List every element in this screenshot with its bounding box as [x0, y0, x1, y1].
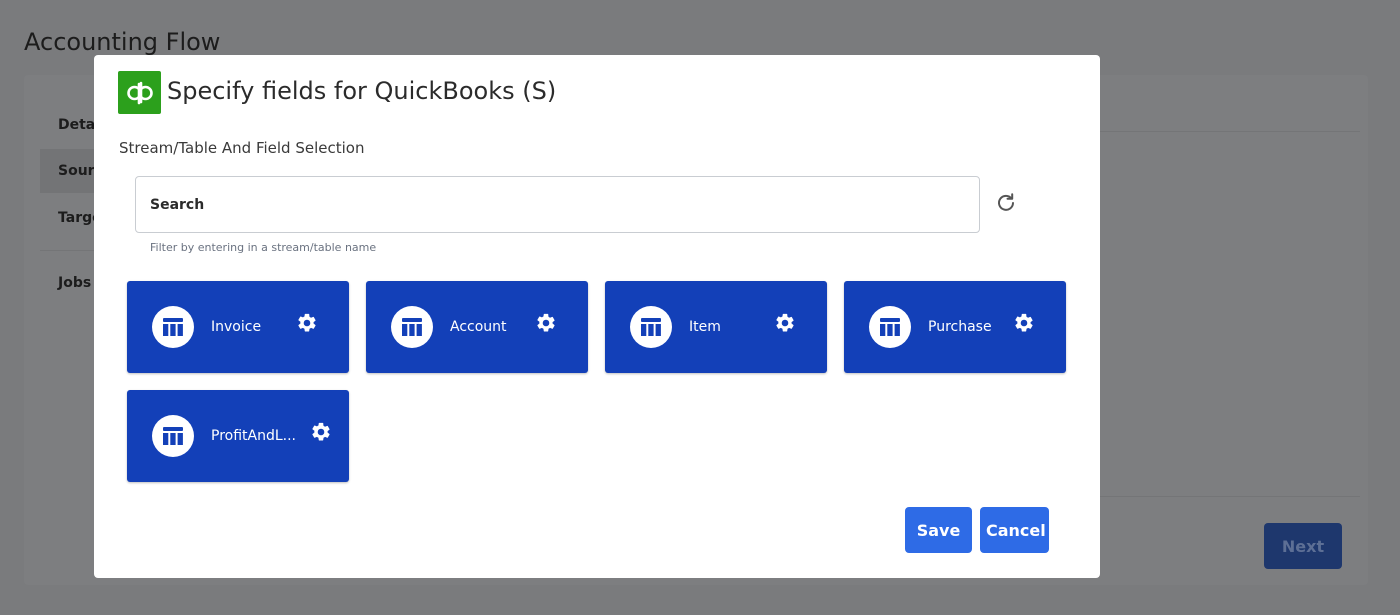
sidebar-divider: [40, 250, 100, 251]
gear-icon[interactable]: [296, 312, 318, 334]
stream-card-profitandloss[interactable]: ProfitAndL...: [127, 390, 349, 482]
stream-card-purchase[interactable]: Purchase: [844, 281, 1066, 373]
table-icon: [391, 306, 433, 348]
stream-card-item[interactable]: Item: [605, 281, 827, 373]
search-helper-text: Filter by entering in a stream/table nam…: [150, 241, 377, 254]
table-icon: [152, 306, 194, 348]
modal-title: Specify fields for QuickBooks (S): [167, 77, 557, 105]
cancel-button[interactable]: Cancel: [980, 507, 1049, 553]
gear-icon[interactable]: [1013, 312, 1035, 334]
stream-name: Item: [689, 319, 721, 335]
stream-name: Purchase: [928, 319, 992, 335]
table-icon: [869, 306, 911, 348]
stream-name: ProfitAndL...: [211, 428, 297, 444]
search-input[interactable]: [135, 176, 980, 233]
next-button[interactable]: Next: [1264, 523, 1342, 569]
save-button[interactable]: Save: [905, 507, 972, 553]
stream-name: Account: [450, 319, 507, 335]
quickbooks-logo-icon: [118, 71, 161, 114]
gear-icon[interactable]: [310, 421, 332, 443]
stream-card-account[interactable]: Account: [366, 281, 588, 373]
gear-icon[interactable]: [774, 312, 796, 334]
stream-name: Invoice: [211, 319, 262, 335]
page-title: Accounting Flow: [24, 28, 221, 56]
section-label: Stream/Table And Field Selection: [119, 139, 365, 157]
table-icon: [630, 306, 672, 348]
table-icon: [152, 415, 194, 457]
specify-fields-modal: Specify fields for QuickBooks (S) Stream…: [94, 55, 1100, 578]
gear-icon[interactable]: [535, 312, 557, 334]
card-divider-bottom: [1100, 496, 1360, 497]
stream-card-invoice[interactable]: Invoice: [127, 281, 349, 373]
card-divider-top: [1100, 131, 1360, 132]
refresh-icon[interactable]: [992, 188, 1020, 216]
